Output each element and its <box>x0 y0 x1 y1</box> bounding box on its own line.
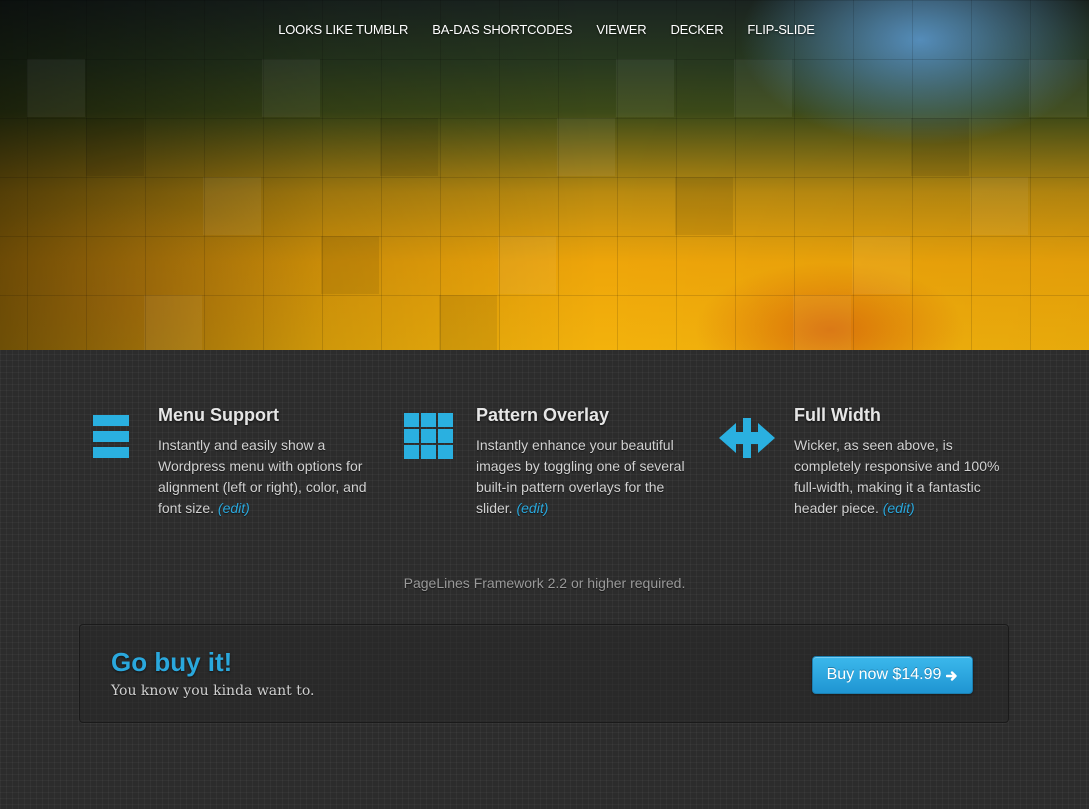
callout-box: Go buy it! You know you kinda want to. B… <box>79 624 1009 723</box>
callout-title: Go buy it! <box>111 647 233 677</box>
edit-link[interactable]: (edit) <box>218 500 250 516</box>
feature-description: Wicker, as seen above, is completely res… <box>794 435 1016 519</box>
top-nav: LOOKS LIKE TUMBLR BA-DAS SHORTCODES VIEW… <box>0 22 1089 37</box>
requirement-note: PageLines Framework 2.2 or higher requir… <box>403 575 686 591</box>
arrow-right-icon <box>946 669 958 681</box>
nav-item-looks-like-tumblr[interactable]: LOOKS LIKE TUMBLR <box>278 22 408 37</box>
nav-item-viewer[interactable]: VIEWER <box>596 22 646 37</box>
menu-bars-icon <box>80 411 142 468</box>
feature-title: Pattern Overlay <box>476 405 610 425</box>
nav-item-decker[interactable]: DECKER <box>670 22 723 37</box>
callout-subtitle: You know you kinda want to. <box>111 683 315 699</box>
nav-item-flip-slide[interactable]: FLIP-SLIDE <box>747 22 815 37</box>
nav-item-ba-das-shortcodes[interactable]: BA-DAS SHORTCODES <box>432 22 572 37</box>
buy-now-button[interactable]: Buy now $14.99 <box>812 656 973 694</box>
hero-slider: LOOKS LIKE TUMBLR BA-DAS SHORTCODES VIEW… <box>0 0 1089 350</box>
edit-link[interactable]: (edit) <box>516 500 548 516</box>
feature-description-text: Instantly and easily show a Wordpress me… <box>158 437 367 516</box>
buy-now-label: Buy now $14.99 <box>826 666 942 683</box>
feature-description: Instantly enhance your beautiful images … <box>476 435 698 519</box>
horizontal-resize-icon <box>716 411 778 468</box>
feature-title: Menu Support <box>158 405 279 425</box>
feature-description-text: Instantly enhance your beautiful images … <box>476 437 685 516</box>
edit-link[interactable]: (edit) <box>883 500 915 516</box>
feature-description: Instantly and easily show a Wordpress me… <box>158 435 380 519</box>
hero-grid-overlay <box>0 0 1089 350</box>
feature-title: Full Width <box>794 405 881 425</box>
grid-icon <box>398 411 460 468</box>
